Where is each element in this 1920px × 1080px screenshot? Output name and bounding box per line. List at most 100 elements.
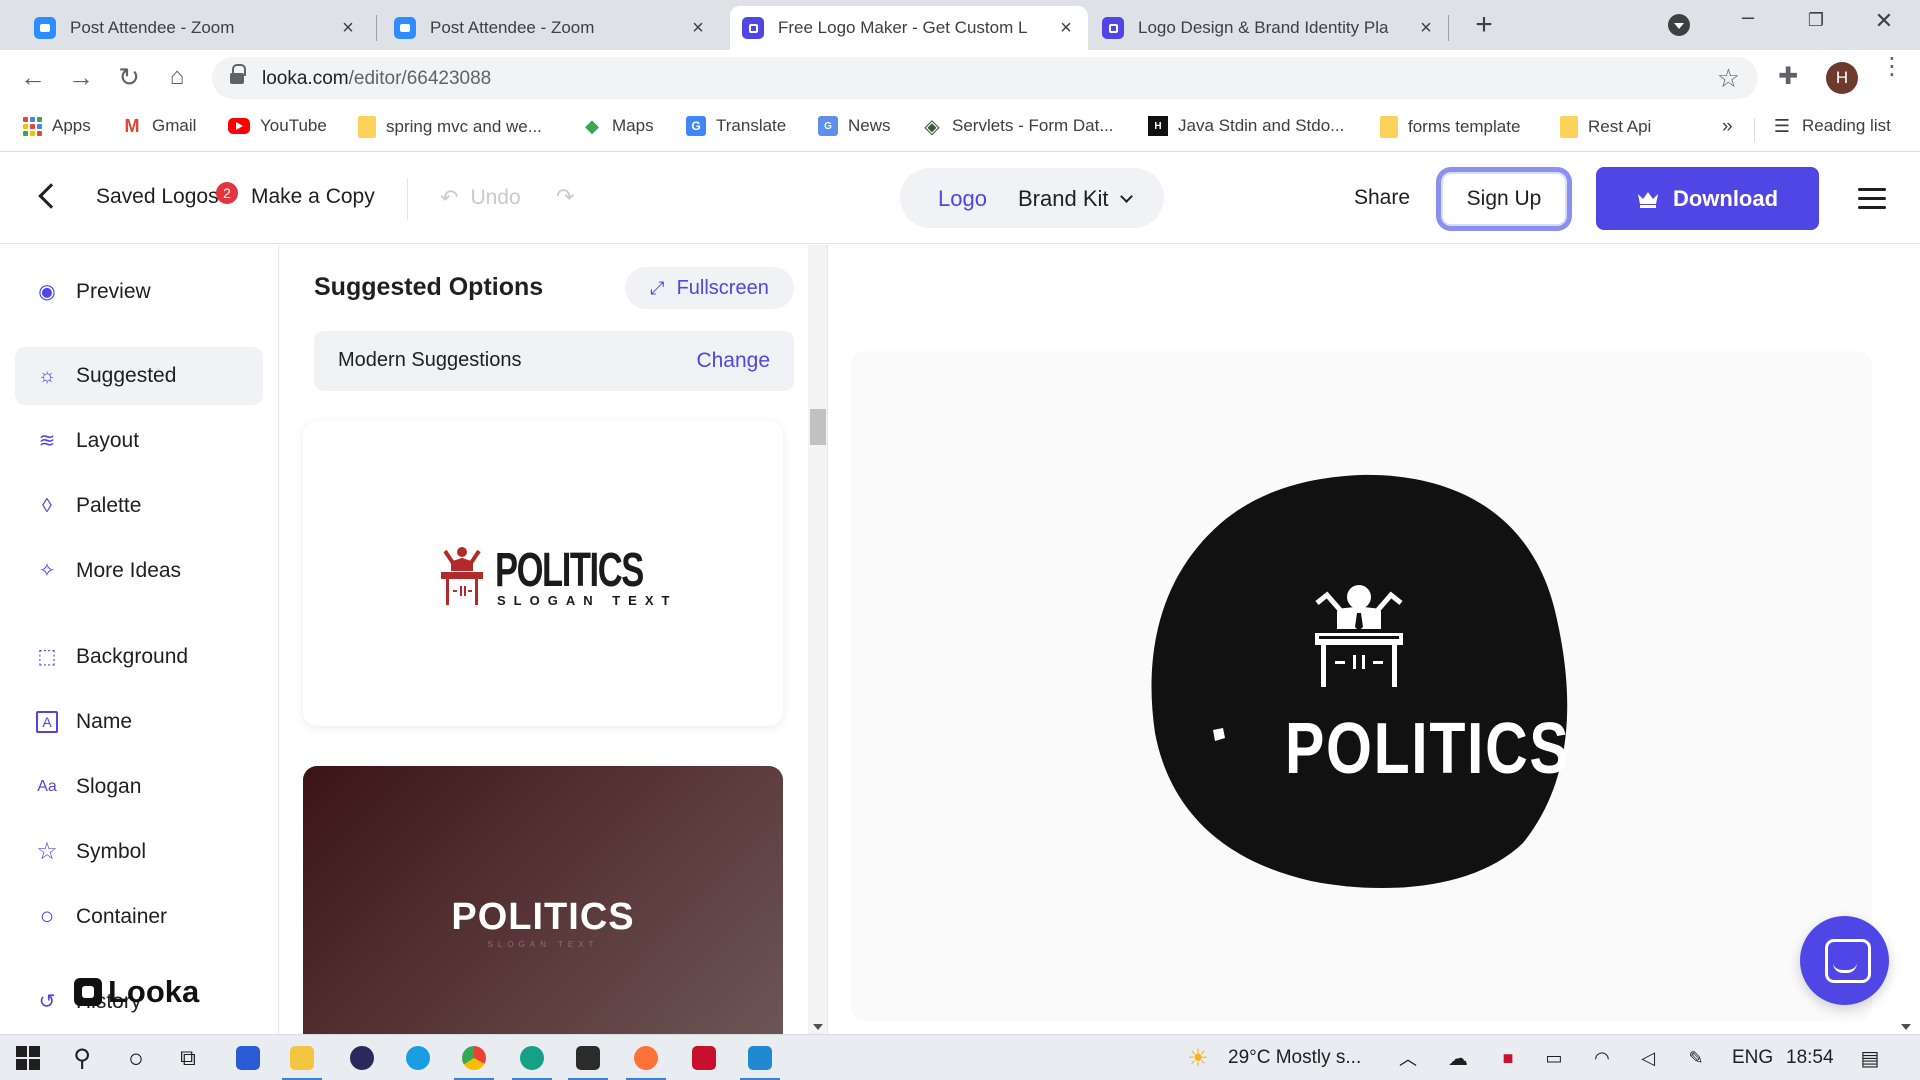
bookmark-youtube[interactable]: YouTube <box>228 116 327 136</box>
sidebar-item-suggested[interactable]: ☼ Suggested <box>15 347 263 405</box>
home-icon[interactable]: ⌂ <box>160 62 194 92</box>
mcafee-icon[interactable] <box>690 1044 718 1072</box>
battery-icon[interactable]: ▭ <box>1540 1044 1568 1072</box>
security-tray-icon[interactable]: ■ <box>1494 1044 1522 1072</box>
forward-arrow-icon[interactable]: → <box>64 62 98 92</box>
bookmark-hackerrank[interactable]: H Java Stdin and Stdo... <box>1148 116 1344 136</box>
windows-start-icon[interactable] <box>14 1044 42 1072</box>
close-icon[interactable]: × <box>688 17 708 40</box>
logo-canvas[interactable]: POLITICS <box>851 351 1872 1021</box>
bookmark-maps[interactable]: ◆ Maps <box>582 116 654 136</box>
scroll-down-arrow-icon[interactable] <box>813 1024 823 1030</box>
tab-brand-kit[interactable]: Brand Kit <box>1018 186 1109 212</box>
browser-tab[interactable]: Logo Design & Brand Identity Pla × <box>1090 6 1448 50</box>
browser-tab-strip: Post Attendee - Zoom × Post Attendee - Z… <box>0 0 1920 50</box>
saved-logos-link[interactable]: Saved Logos <box>96 185 219 209</box>
restore-icon[interactable]: ❐ <box>1796 10 1836 31</box>
share-button[interactable]: Share <box>1354 186 1410 210</box>
canvas-area: POLITICS <box>829 245 1920 1034</box>
address-bar[interactable]: looka.com/editor/66423088 ☆ <box>212 57 1758 99</box>
profile-avatar[interactable]: H <box>1826 62 1858 94</box>
volume-icon[interactable]: ◁ <box>1634 1044 1662 1072</box>
sidebar-item-background[interactable]: ⬚ Background <box>15 628 263 686</box>
firefox-icon[interactable] <box>632 1044 660 1072</box>
redo-icon[interactable]: ↷ <box>556 184 574 210</box>
chevron-down-icon[interactable] <box>1120 190 1133 203</box>
reload-icon[interactable]: ↻ <box>112 62 146 92</box>
close-icon[interactable]: × <box>338 17 358 40</box>
make-copy-button[interactable]: Make a Copy <box>251 185 375 209</box>
bookmark-gmail[interactable]: M Gmail <box>122 116 197 136</box>
canvas-scrollbar[interactable] <box>1893 245 1920 1034</box>
fullscreen-button[interactable]: ⤢ Fullscreen <box>625 267 794 309</box>
sidebar-item-slogan[interactable]: Aa Slogan <box>15 758 263 816</box>
logo-suggestion-card[interactable]: POLITICS SLOGAN TEXT <box>303 421 783 726</box>
scroll-down-arrow-icon[interactable] <box>1901 1024 1911 1030</box>
clock-time[interactable]: 18:54 <box>1786 1047 1834 1069</box>
vscode-icon[interactable] <box>746 1044 774 1072</box>
sidebar-item-container[interactable]: ○ Container <box>15 888 263 946</box>
bookmark-label: forms template <box>1408 117 1521 136</box>
notifications-icon[interactable]: ▤ <box>1856 1044 1884 1072</box>
chrome-icon[interactable] <box>460 1044 488 1072</box>
close-icon[interactable]: × <box>1416 17 1436 40</box>
new-tab-plus-icon[interactable]: + <box>1468 8 1500 42</box>
app-icon[interactable] <box>348 1044 376 1072</box>
back-chevron-icon[interactable] <box>34 182 60 212</box>
reading-list-button[interactable]: ☰ Reading list <box>1772 116 1891 136</box>
wifi-icon[interactable]: ◠ <box>1588 1044 1616 1072</box>
browser-tab[interactable]: Post Attendee - Zoom × <box>382 6 720 50</box>
panel-scrollbar[interactable] <box>808 245 827 1034</box>
change-link[interactable]: Change <box>696 349 770 373</box>
reading-list-icon: ☰ <box>1773 115 1791 136</box>
tab-logo[interactable]: Logo <box>938 186 987 212</box>
logo-suggestion-card[interactable]: POLITICS SLOGAN TEXT <box>303 766 783 1034</box>
scrollbar-thumb[interactable] <box>810 409 826 445</box>
tab-search-icon[interactable] <box>1668 14 1690 36</box>
bookmark-news[interactable]: G News <box>818 116 891 136</box>
bookmark-apps[interactable]: Apps <box>22 116 91 136</box>
bookmarks-overflow-icon[interactable]: » <box>1722 116 1733 138</box>
cortana-icon[interactable]: ○ <box>122 1043 150 1073</box>
task-view-icon[interactable]: ⧉ <box>174 1044 202 1072</box>
undo-button[interactable]: ↶ Undo <box>440 185 521 211</box>
hamburger-menu-icon[interactable] <box>1858 188 1886 209</box>
bookmark-star-icon[interactable]: ☆ <box>1717 63 1740 94</box>
bookmark-folder[interactable]: spring mvc and we... <box>358 116 542 138</box>
browser-menu-icon[interactable]: ⋮ <box>1880 55 1904 79</box>
app-icon[interactable] <box>234 1044 262 1072</box>
back-arrow-icon[interactable]: ← <box>16 62 50 92</box>
bookmark-folder[interactable]: Rest Api <box>1560 116 1651 138</box>
edge-icon[interactable] <box>404 1044 432 1072</box>
browser-tab-active[interactable]: Free Logo Maker - Get Custom L × <box>730 6 1088 50</box>
close-icon[interactable]: × <box>1056 17 1076 40</box>
extensions-puzzle-icon[interactable]: ✚ <box>1778 62 1798 91</box>
browser-tab[interactable]: Post Attendee - Zoom × <box>22 6 370 50</box>
logo-name: POLITICS <box>451 896 635 938</box>
circle-icon: ○ <box>39 903 55 930</box>
language-indicator[interactable]: ENG <box>1732 1047 1773 1069</box>
pen-icon[interactable]: ✎ <box>1682 1044 1710 1072</box>
app-icon[interactable] <box>518 1044 546 1072</box>
sidebar-item-preview[interactable]: ◉ Preview <box>15 263 263 321</box>
sidebar-item-name[interactable]: A Name <box>15 693 263 751</box>
file-explorer-icon[interactable] <box>288 1044 316 1072</box>
cloud-icon[interactable]: ☁ <box>1444 1044 1472 1072</box>
chat-support-button[interactable] <box>1800 916 1889 1005</box>
download-button[interactable]: Download <box>1596 167 1819 230</box>
sidebar-item-more-ideas[interactable]: ✧ More Ideas <box>15 542 263 600</box>
search-icon[interactable]: ⚲ <box>68 1044 96 1072</box>
window-close-icon[interactable]: ✕ <box>1864 8 1904 34</box>
sidebar-item-layout[interactable]: ≋ Layout <box>15 412 263 470</box>
chevron-up-icon[interactable]: ︿ <box>1394 1044 1422 1072</box>
panel-title: Suggested Options <box>314 273 544 301</box>
bookmark-folder[interactable]: forms template <box>1380 116 1520 138</box>
sidebar-item-symbol[interactable]: ☆ Symbol <box>15 823 263 881</box>
bookmark-translate[interactable]: G Translate <box>686 116 786 136</box>
sign-up-button[interactable]: Sign Up <box>1441 172 1567 226</box>
minimize-icon[interactable]: – <box>1728 4 1768 30</box>
bookmark-servlets[interactable]: ◈ Servlets - Form Dat... <box>922 116 1113 138</box>
sidebar-item-palette[interactable]: ◊ Palette <box>15 477 263 535</box>
weather-text[interactable]: 29°C Mostly s... <box>1228 1047 1361 1069</box>
terminal-icon[interactable] <box>574 1044 602 1072</box>
